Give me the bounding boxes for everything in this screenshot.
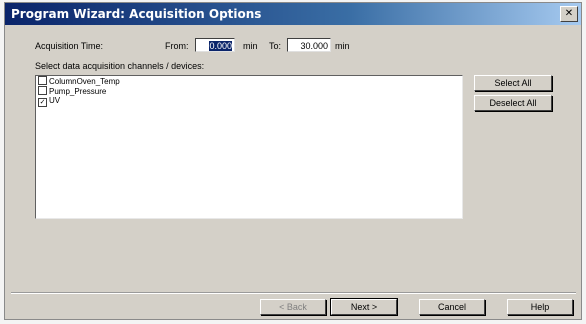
list-item[interactable]: Pump_Pressure xyxy=(36,86,462,96)
list-item[interactable]: ColumnOven_Temp xyxy=(36,76,462,86)
deselect-all-button[interactable]: Deselect All xyxy=(474,95,552,111)
from-label: From: xyxy=(165,41,189,51)
deselect-all-label: Deselect All xyxy=(489,98,537,108)
list-item-label: Pump_Pressure xyxy=(49,87,107,96)
checkmark-icon: ✓ xyxy=(39,99,46,106)
checkbox[interactable] xyxy=(38,86,47,95)
to-label: To: xyxy=(269,41,282,51)
checkbox-checked[interactable]: ✓ xyxy=(38,98,47,107)
to-time-input[interactable]: 30.000 xyxy=(287,38,331,52)
channels-listbox[interactable]: ColumnOven_Temp Pump_Pressure ✓ UV xyxy=(35,75,463,219)
next-button[interactable]: Next > xyxy=(330,298,398,316)
close-icon: ✕ xyxy=(564,8,574,19)
cancel-button[interactable]: Cancel xyxy=(419,299,485,315)
back-label: < Back xyxy=(279,302,307,312)
from-time-value: 0.000 xyxy=(209,41,232,51)
from-unit-label: min xyxy=(243,41,258,51)
help-button[interactable]: Help xyxy=(507,299,573,315)
next-label: Next > xyxy=(350,302,378,312)
back-button[interactable]: < Back xyxy=(260,299,326,315)
from-time-input[interactable]: 0.000 xyxy=(195,38,235,52)
to-time-value: 30.000 xyxy=(300,41,328,51)
list-item[interactable]: ✓ UV xyxy=(36,96,462,107)
to-unit-label: min xyxy=(335,41,350,51)
checkbox[interactable] xyxy=(38,76,47,85)
acquisition-time-label: Acquisition Time: xyxy=(35,41,104,51)
channels-label: Select data acquisition channels / devic… xyxy=(35,61,205,71)
footer-separator xyxy=(11,292,576,294)
help-label: Help xyxy=(530,302,550,312)
close-button[interactable]: ✕ xyxy=(560,6,578,22)
select-all-button[interactable]: Select All xyxy=(474,75,552,91)
list-item-label: ColumnOven_Temp xyxy=(49,77,120,86)
program-wizard-dialog: Program Wizard: Acquisition Options ✕ Ac… xyxy=(4,2,582,320)
select-all-label: Select All xyxy=(494,78,532,88)
cancel-label: Cancel xyxy=(437,302,466,312)
window-title: Program Wizard: Acquisition Options xyxy=(11,7,262,21)
list-item-label: UV xyxy=(49,96,61,105)
title-bar: Program Wizard: Acquisition Options ✕ xyxy=(5,3,581,25)
